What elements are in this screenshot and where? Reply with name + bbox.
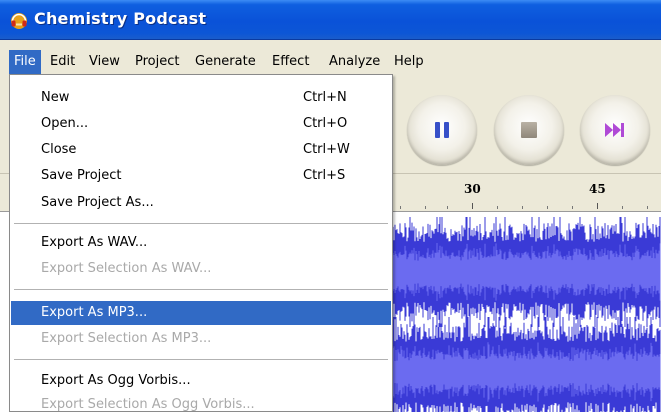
stop-button[interactable] — [494, 95, 564, 165]
menu-file[interactable]: File — [9, 50, 41, 74]
menu-item-label: Export As MP3... — [41, 305, 148, 320]
menu-edit[interactable]: Edit — [45, 50, 80, 74]
menu-item-label: Export Selection As Ogg Vorbis... — [41, 397, 255, 412]
menu-project[interactable]: Project — [130, 50, 184, 74]
ruler-tick — [547, 206, 548, 209]
pause-button[interactable] — [407, 95, 477, 165]
menu-item-open[interactable]: Open... Ctrl+O — [11, 112, 391, 136]
menu-generate[interactable]: Generate — [190, 50, 261, 74]
menu-analyze[interactable]: Analyze — [324, 50, 385, 74]
ruler-tick — [597, 203, 598, 209]
menu-item-shortcut: Ctrl+W — [303, 142, 350, 157]
ruler-tick — [472, 203, 473, 209]
skip-end-button[interactable] — [580, 95, 650, 165]
menu-item-shortcut: Ctrl+O — [303, 116, 348, 131]
menu-item-shortcut: Ctrl+N — [303, 90, 347, 105]
menu-item-new[interactable]: New Ctrl+N — [11, 86, 391, 110]
ruler-tick — [522, 206, 523, 209]
menu-bar: File Edit View Project Generate Effect A… — [0, 50, 661, 74]
menu-item-shortcut: Ctrl+S — [303, 168, 346, 183]
menu-item-label: Close — [41, 142, 77, 157]
ruler-label-30: 30 — [464, 182, 481, 196]
title-bar: Chemistry Podcast — [0, 0, 661, 40]
menu-item-close[interactable]: Close Ctrl+W — [11, 138, 391, 162]
menu-separator — [14, 289, 388, 291]
window-title: Chemistry Podcast — [34, 9, 207, 28]
menu-item-label: Open... — [41, 116, 89, 131]
ruler-tick — [497, 206, 498, 209]
menu-item-save-project-as[interactable]: Save Project As... — [11, 191, 391, 215]
menu-item-label: Export As WAV... — [41, 235, 148, 250]
ruler-tick — [647, 206, 648, 209]
menu-view[interactable]: View — [84, 50, 125, 74]
ruler-label-45: 45 — [589, 182, 606, 196]
skip-end-icon — [605, 123, 624, 137]
menu-item-export-mp3[interactable]: Export As MP3... — [11, 301, 391, 325]
menu-item-label: Export Selection As MP3... — [41, 331, 212, 346]
menu-item-save-project[interactable]: Save Project Ctrl+S — [11, 164, 391, 188]
menu-item-label: Save Project — [41, 168, 122, 183]
ruler-tick — [572, 206, 573, 209]
stop-icon — [521, 122, 537, 138]
file-menu-dropdown: New Ctrl+N Open... Ctrl+O Close Ctrl+W S… — [9, 74, 393, 412]
menu-item-label: Save Project As... — [41, 195, 154, 210]
ruler-tick — [425, 206, 426, 209]
pause-icon — [435, 122, 449, 138]
menu-effect[interactable]: Effect — [267, 50, 314, 74]
menu-item-export-selection-ogg: Export Selection As Ogg Vorbis... — [11, 393, 391, 412]
menu-help[interactable]: Help — [389, 50, 429, 74]
menu-separator — [14, 359, 388, 361]
audacity-headphones-icon — [11, 13, 27, 29]
menu-item-export-selection-wav: Export Selection As WAV... — [11, 257, 391, 281]
menu-item-export-selection-mp3: Export Selection As MP3... — [11, 327, 391, 351]
ruler-tick — [447, 206, 448, 209]
menu-item-label: Export Selection As WAV... — [41, 261, 212, 276]
menu-separator — [14, 223, 388, 225]
menu-item-export-wav[interactable]: Export As WAV... — [11, 231, 391, 255]
menu-item-label: Export As Ogg Vorbis... — [41, 373, 191, 388]
ruler-tick — [400, 206, 401, 209]
ruler-tick — [622, 206, 623, 209]
menu-item-export-ogg[interactable]: Export As Ogg Vorbis... — [11, 369, 391, 393]
menu-item-label: New — [41, 90, 70, 105]
